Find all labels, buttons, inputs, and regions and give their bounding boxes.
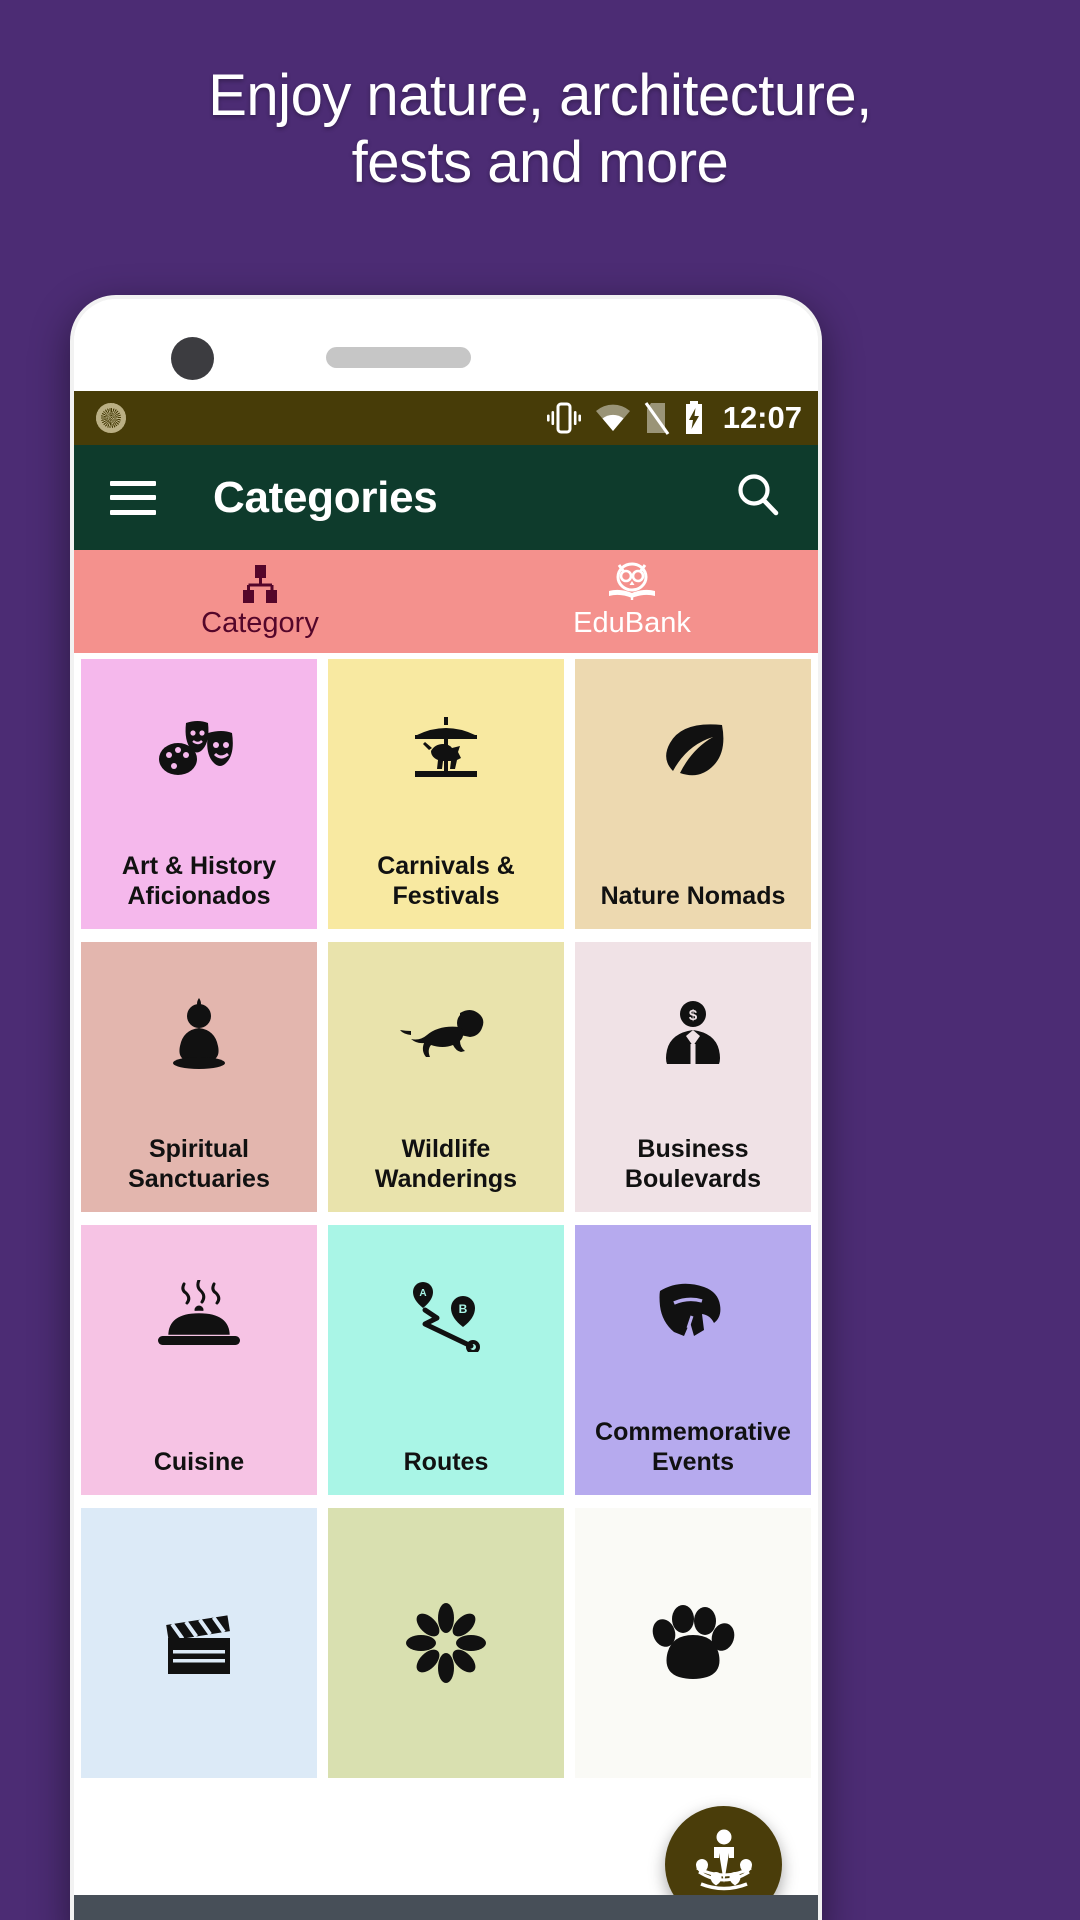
food-cloche-icon [154, 1277, 244, 1355]
wifi-icon [595, 404, 630, 431]
category-card-business-boulevards[interactable]: $ Business Boulevards [575, 942, 811, 1212]
buddha-icon [166, 994, 232, 1072]
card-label: Nature Nomads [600, 881, 786, 910]
hierarchy-icon [238, 563, 282, 603]
film-clapper-icon [160, 1604, 238, 1682]
paw-print-icon [650, 1604, 736, 1682]
theatre-masks-palette-icon [156, 711, 242, 789]
headline-line-2: fests and more [351, 130, 729, 196]
svg-text:A: A [419, 1288, 426, 1299]
category-card-commemorative-events[interactable]: Commemorative Events [575, 1225, 811, 1495]
tab-edubank[interactable]: EduBank [446, 550, 818, 653]
status-bar-left [96, 403, 126, 433]
page-title: Categories [213, 472, 438, 522]
earpiece-speaker [326, 347, 471, 368]
flower-icon [406, 1603, 486, 1683]
category-card-spiritual-sanctuaries[interactable]: Spiritual Sanctuaries [81, 942, 317, 1212]
app-bar: Categories [74, 445, 818, 550]
front-camera-icon [171, 337, 214, 380]
system-navigation-bar [74, 1895, 818, 1920]
category-card-gardens[interactable] [328, 1508, 564, 1778]
category-grid: Art & History Aficionados Carnivals & Fe… [81, 659, 811, 1778]
tab-label-category: Category [201, 607, 319, 639]
status-bar: 12:07 [74, 391, 818, 445]
hamburger-menu-icon[interactable] [110, 480, 156, 515]
route-ab-icon: A B [401, 1277, 491, 1355]
card-label: Wildlife Wanderings [374, 1135, 518, 1193]
phone-screen: 12:07 Categories Category EduBank Art & … [74, 299, 818, 1920]
tab-bar: Category EduBank [74, 550, 818, 653]
promo-headline: Enjoy nature, architecture, fests and mo… [0, 62, 1080, 197]
category-card-pets[interactable] [575, 1508, 811, 1778]
category-grid-container[interactable]: Art & History Aficionados Carnivals & Fe… [74, 653, 818, 1920]
sun-brightness-icon [96, 403, 126, 433]
phone-bezel [74, 299, 818, 391]
owl-book-icon [606, 562, 658, 603]
card-label: Routes [403, 1447, 489, 1476]
category-card-carnivals-festivals[interactable]: Carnivals & Festivals [328, 659, 564, 929]
businessman-icon: $ [656, 994, 730, 1072]
vibrate-icon [546, 402, 581, 434]
search-icon[interactable] [732, 469, 784, 526]
lion-icon [398, 994, 494, 1072]
status-bar-right: 12:07 [546, 400, 802, 436]
category-card-cuisine[interactable]: Cuisine [81, 1225, 317, 1495]
tour-guide-icon [695, 1829, 752, 1890]
svg-text:B: B [459, 1302, 468, 1316]
svg-text:$: $ [689, 1007, 698, 1024]
status-bar-clock: 12:07 [722, 400, 802, 435]
battery-charging-icon [685, 401, 702, 434]
headline-line-1: Enjoy nature, architecture, [208, 63, 872, 128]
card-label: Commemorative Events [595, 1418, 791, 1476]
card-label: Spiritual Sanctuaries [128, 1135, 270, 1193]
sim-off-icon [644, 402, 670, 435]
tab-category[interactable]: Category [74, 550, 446, 653]
spartan-helmet-icon [650, 1277, 736, 1355]
category-card-wildlife-wanderings[interactable]: Wildlife Wanderings [328, 942, 564, 1212]
card-label: Business Boulevards [624, 1135, 762, 1193]
category-card-art-history[interactable]: Art & History Aficionados [81, 659, 317, 929]
leaf-icon [656, 711, 730, 789]
category-card-nature-nomads[interactable]: Nature Nomads [575, 659, 811, 929]
category-card-routes[interactable]: A B Routes [328, 1225, 564, 1495]
tab-label-edubank: EduBank [573, 607, 691, 639]
carousel-icon [409, 711, 483, 789]
phone-mockup: 12:07 Categories Category EduBank Art & … [70, 295, 822, 1920]
card-label: Carnivals & Festivals [377, 852, 515, 910]
card-label: Art & History Aficionados [121, 852, 277, 910]
category-card-cinema[interactable] [81, 1508, 317, 1778]
card-label: Cuisine [153, 1447, 245, 1476]
